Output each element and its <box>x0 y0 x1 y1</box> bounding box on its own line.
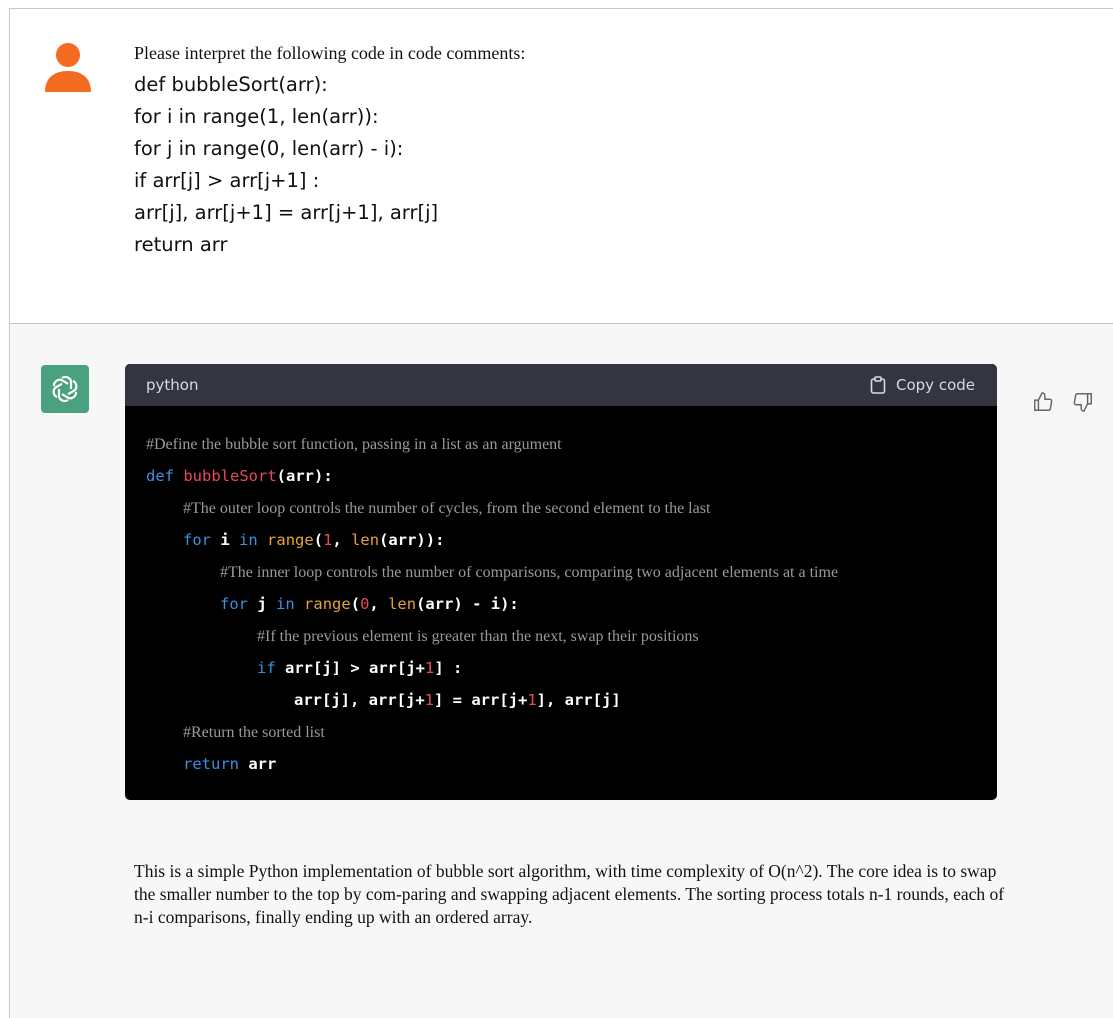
user-intro-text: Please interpret the following code in c… <box>134 43 526 63</box>
code-keyword: for <box>220 595 248 613</box>
code-line: for i in range(1, len(arr)): <box>146 524 997 556</box>
code-function-name: bubbleSort <box>183 467 277 485</box>
code-comment: #Define the bubble sort function, passin… <box>146 436 562 453</box>
code-token: ( <box>313 531 324 549</box>
code-keyword: if <box>257 659 276 677</box>
code-number: 1 <box>527 691 537 709</box>
code-block: python Copy code #Define the bubble sort… <box>125 364 997 800</box>
code-token: arr <box>248 755 277 773</box>
code-line: for j in range(0, len(arr) - i): <box>146 588 997 620</box>
code-comment: #The outer loop controls the number of c… <box>183 500 711 517</box>
code-keyword: in <box>276 595 295 613</box>
code-token: (arr) - i): <box>416 595 519 613</box>
code-token: , <box>332 531 352 549</box>
code-token: j <box>257 595 267 613</box>
user-code-line: return arr <box>134 233 228 256</box>
code-line: def bubbleSort(arr): <box>146 460 997 492</box>
code-token: arr[j] > arr[j+ <box>285 659 425 677</box>
user-avatar <box>44 42 92 94</box>
code-builtin: len <box>388 595 417 613</box>
openai-logo-icon <box>52 375 78 403</box>
feedback-buttons <box>1032 391 1094 418</box>
code-keyword: def <box>146 467 174 485</box>
code-number: 0 <box>360 595 370 613</box>
assistant-explanation-text: This is a simple Python implementation o… <box>134 861 1005 927</box>
code-token: , <box>369 595 389 613</box>
clipboard-icon <box>870 376 886 394</box>
thumbs-up-icon <box>1034 392 1053 411</box>
code-number: 1 <box>323 531 333 549</box>
code-keyword: return <box>183 755 239 773</box>
code-builtin: len <box>351 531 380 549</box>
user-code-line: def bubbleSort(arr): <box>134 73 328 96</box>
code-keyword: for <box>183 531 211 549</box>
code-line: #The outer loop controls the number of c… <box>146 492 997 524</box>
code-comment: #If the previous element is greater than… <box>257 628 699 645</box>
code-token: ] : <box>434 659 463 677</box>
code-token: (arr): <box>276 467 333 485</box>
code-number: 1 <box>425 659 435 677</box>
code-builtin: range <box>304 595 351 613</box>
copy-code-button[interactable]: Copy code <box>870 376 975 394</box>
user-code-line: for j in range(0, len(arr) - i): <box>134 137 404 160</box>
code-comment: #The inner loop controls the number of c… <box>220 564 839 581</box>
code-line: #Define the bubble sort function, passin… <box>146 428 997 460</box>
code-keyword: in <box>239 531 258 549</box>
user-code-line: arr[j], arr[j+1] = arr[j+1], arr[j] <box>134 201 439 224</box>
code-language-label: python <box>146 376 199 394</box>
code-token: (arr)): <box>379 531 445 549</box>
code-line: #If the previous element is greater than… <box>146 620 997 652</box>
user-message-content: Please interpret the following code in c… <box>134 39 1034 261</box>
code-line: #The inner loop controls the number of c… <box>146 556 997 588</box>
code-line: return arr <box>146 748 997 780</box>
thumbs-up-button[interactable] <box>1032 391 1054 418</box>
code-line: arr[j], arr[j+1] = arr[j+1], arr[j] <box>146 684 997 716</box>
code-comment: #Return the sorted list <box>183 724 325 741</box>
user-message: Please interpret the following code in c… <box>10 9 1113 324</box>
thumbs-down-button[interactable] <box>1072 391 1094 418</box>
code-token: ( <box>350 595 361 613</box>
code-line: #Return the sorted list <box>146 716 997 748</box>
code-content: #Define the bubble sort function, passin… <box>125 406 997 780</box>
user-code-line: if arr[j] > arr[j+1] : <box>134 169 320 192</box>
code-token: ] = arr[j+ <box>434 691 528 709</box>
chat-window: Please interpret the following code in c… <box>9 8 1113 1018</box>
code-number: 1 <box>424 691 434 709</box>
user-code-line: for i in range(1, len(arr)): <box>134 105 379 128</box>
assistant-message: python Copy code #Define the bubble sort… <box>10 324 1113 1018</box>
code-token: ], arr[j] <box>536 691 621 709</box>
user-icon <box>45 43 91 92</box>
code-token: i <box>220 531 230 549</box>
copy-code-label: Copy code <box>896 376 975 394</box>
assistant-avatar <box>41 365 89 413</box>
code-builtin: range <box>267 531 314 549</box>
code-token: arr[j], arr[j+ <box>294 691 425 709</box>
code-line: if arr[j] > arr[j+1] : <box>146 652 997 684</box>
thumbs-down-icon <box>1073 393 1092 412</box>
code-block-header: python Copy code <box>125 364 997 406</box>
